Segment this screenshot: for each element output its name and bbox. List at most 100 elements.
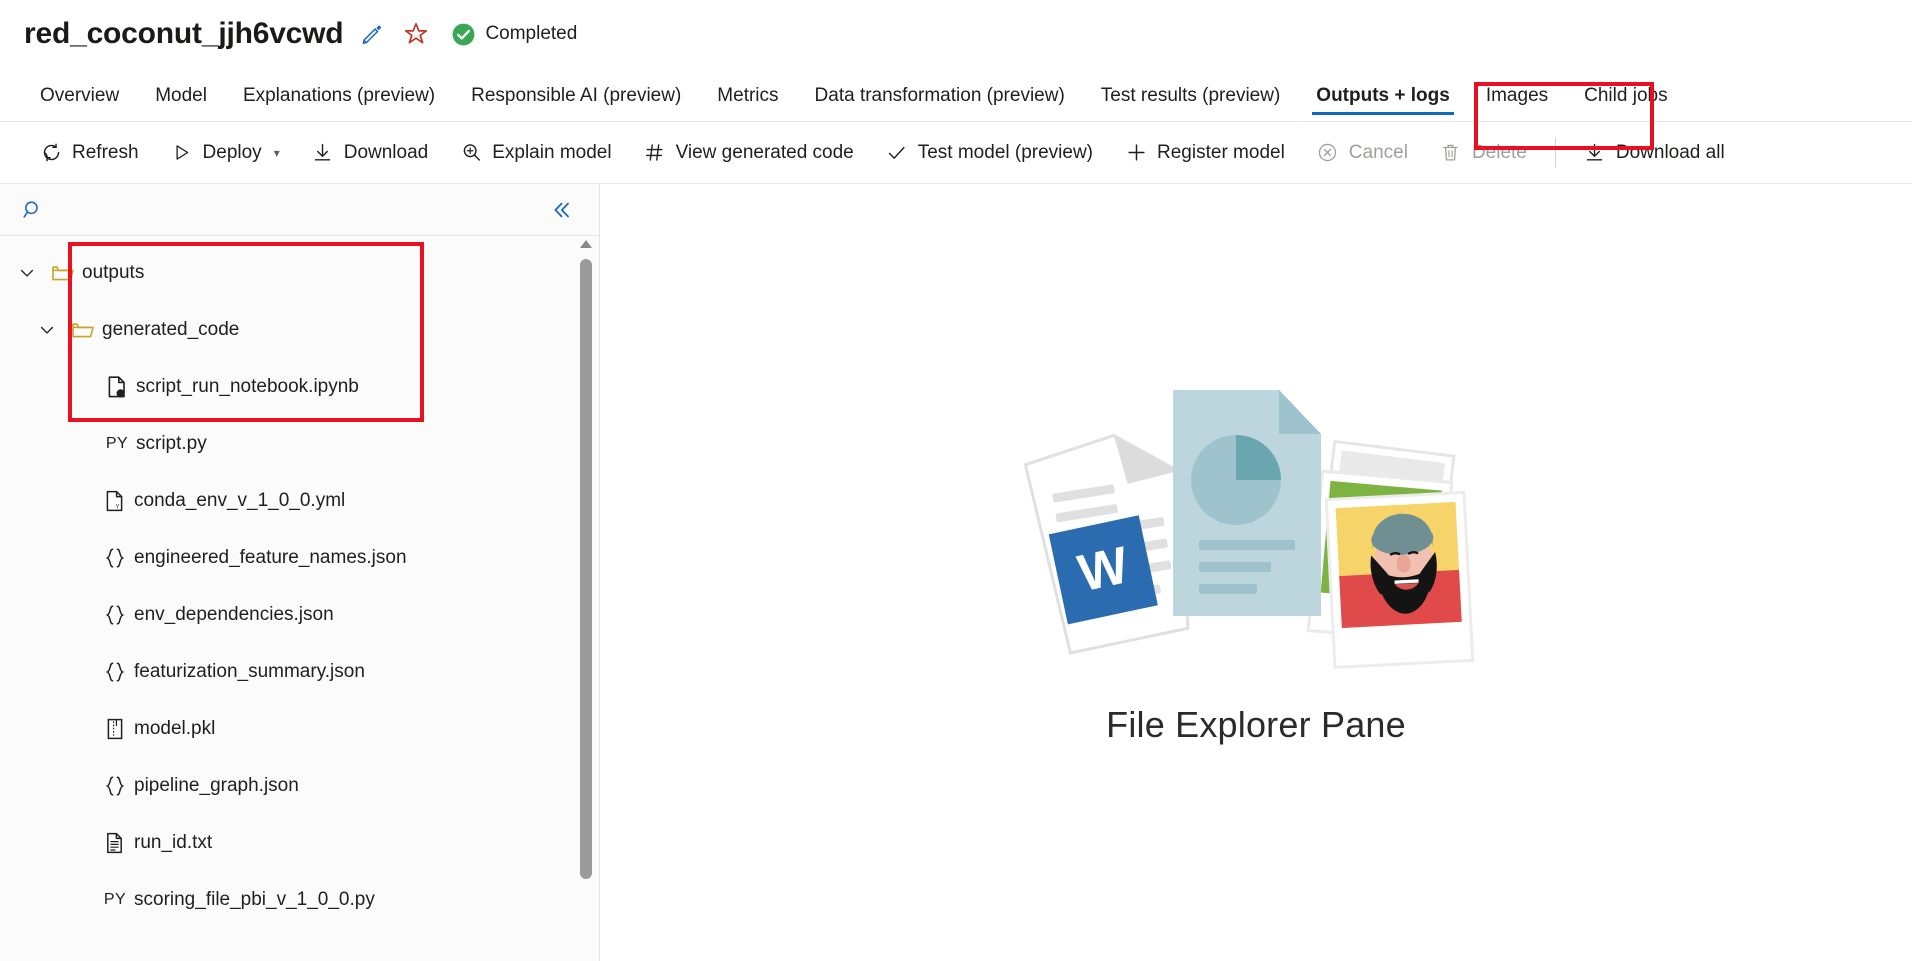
tab-metrics[interactable]: Metrics [699, 85, 796, 121]
search-icon [22, 199, 44, 221]
toolbar-divider [1555, 138, 1556, 168]
py-file-icon: PY [96, 891, 134, 909]
double-chevron-left-icon [549, 198, 573, 222]
star-icon [403, 21, 429, 47]
chevron-down-icon[interactable] [10, 263, 44, 283]
tab-overview[interactable]: Overview [22, 85, 137, 121]
search-input[interactable] [58, 200, 545, 220]
checkmark-icon [886, 142, 908, 164]
checkmark-circle-icon [451, 22, 476, 47]
cancel-circle-icon [1317, 142, 1339, 164]
archive-icon [96, 717, 134, 741]
tree-item-label: generated_code [102, 319, 239, 341]
download-icon [312, 142, 334, 164]
test-model-button[interactable]: Test model (preview) [872, 131, 1107, 175]
tree-item-label: pipeline_graph.json [134, 775, 299, 797]
delete-button: Delete [1426, 131, 1541, 175]
json-icon [96, 660, 134, 684]
download-all-button[interactable]: Download all [1570, 131, 1739, 175]
play-icon [171, 142, 193, 164]
tree-item-engineered-feature-names-json[interactable]: engineered_feature_names.json [0, 529, 599, 586]
explain-model-button[interactable]: Explain model [446, 131, 625, 175]
deploy-button[interactable]: Deploy ▾ [157, 131, 294, 175]
tree-item-outputs[interactable]: outputs [0, 244, 599, 301]
tree-item-label: script.py [136, 433, 207, 455]
tree-item-generated-code[interactable]: generated_code [0, 301, 599, 358]
scrollbar-thumb[interactable] [580, 259, 592, 879]
search-row [0, 184, 599, 236]
json-icon [96, 546, 134, 570]
tab-explanations[interactable]: Explanations (preview) [225, 85, 453, 121]
tree-item-label: engineered_feature_names.json [134, 547, 407, 569]
file-explorer-sidebar: outputs generated_code [0, 184, 600, 961]
text-file-icon [96, 831, 134, 855]
tree-item-pipeline-graph-json[interactable]: pipeline_graph.json [0, 757, 599, 814]
folder-icon [64, 319, 102, 341]
tab-model[interactable]: Model [137, 85, 225, 121]
download-button[interactable]: Download [298, 131, 443, 175]
tree-item-env-dependencies-json[interactable]: env_dependencies.json [0, 586, 599, 643]
refresh-button[interactable]: Refresh [26, 131, 153, 175]
collapse-panel-button[interactable] [545, 194, 577, 226]
chevron-down-icon[interactable] [30, 320, 64, 340]
download-icon [1584, 142, 1606, 164]
json-icon [96, 774, 134, 798]
tab-bar: Overview Model Explanations (preview) Re… [0, 68, 1912, 122]
job-header: red_coconut_jjh6vcwd Completed [0, 0, 1912, 68]
view-generated-code-label: View generated code [676, 142, 854, 164]
refresh-label: Refresh [72, 142, 139, 164]
tab-data-transformation[interactable]: Data transformation (preview) [797, 85, 1083, 121]
status-badge: Completed [451, 22, 577, 47]
tab-responsible-ai[interactable]: Responsible AI (preview) [453, 85, 699, 121]
tree-item-scoring-file-py[interactable]: PY scoring_file_pbi_v_1_0_0.py [0, 871, 599, 928]
tree-item-label: env_dependencies.json [134, 604, 334, 626]
scroll-up-arrow-icon[interactable] [579, 237, 593, 249]
trash-icon [1440, 142, 1462, 164]
tab-child-jobs[interactable]: Child jobs [1566, 85, 1685, 121]
tab-outputs-logs[interactable]: Outputs + logs [1298, 85, 1468, 121]
tree-item-label: run_id.txt [134, 832, 212, 854]
pencil-icon [360, 22, 384, 46]
notebook-icon [98, 375, 136, 399]
svg-text:Y: Y [116, 504, 120, 510]
download-label: Download [344, 142, 429, 164]
tab-images[interactable]: Images [1468, 85, 1566, 121]
tree-item-model-pkl[interactable]: model.pkl [0, 700, 599, 757]
chevron-down-icon: ▾ [274, 146, 280, 160]
tree-item-featurization-summary-json[interactable]: featurization_summary.json [0, 643, 599, 700]
tree-item-run-id-txt[interactable]: run_id.txt [0, 814, 599, 871]
register-model-button[interactable]: Register model [1111, 131, 1299, 175]
folder-icon [44, 262, 82, 284]
register-model-label: Register model [1157, 142, 1285, 164]
tree-item-label: conda_env_v_1_0_0.yml [134, 490, 345, 512]
page-title: red_coconut_jjh6vcwd [24, 17, 343, 51]
json-icon [96, 603, 134, 627]
file-tree: outputs generated_code [0, 236, 599, 928]
empty-state-pane: W [600, 184, 1912, 961]
content-area: outputs generated_code [0, 184, 1912, 961]
sidebar-scrollbar[interactable] [579, 237, 593, 961]
explain-model-label: Explain model [492, 142, 611, 164]
favorite-star-button[interactable] [401, 19, 431, 49]
tree-item-conda-env-yml[interactable]: Y conda_env_v_1_0_0.yml [0, 472, 599, 529]
status-label: Completed [485, 23, 577, 45]
refresh-icon [40, 142, 62, 164]
tree-item-label: featurization_summary.json [134, 661, 365, 683]
py-file-icon: PY [98, 435, 136, 453]
tab-test-results[interactable]: Test results (preview) [1083, 85, 1299, 121]
cancel-button: Cancel [1303, 131, 1422, 175]
tree-item-script-run-notebook[interactable]: script_run_notebook.ipynb [0, 358, 599, 415]
tree-item-label: scoring_file_pbi_v_1_0_0.py [134, 889, 375, 911]
tree-item-label: script_run_notebook.ipynb [136, 376, 359, 398]
deploy-label: Deploy [203, 142, 262, 164]
edit-job-name-button[interactable] [357, 19, 387, 49]
hash-icon [644, 142, 666, 164]
documents-and-photos-illustration: W [1021, 368, 1491, 698]
empty-state-caption: File Explorer Pane [1106, 704, 1406, 746]
view-generated-code-button[interactable]: View generated code [630, 131, 868, 175]
tree-item-script-py[interactable]: PY script.py [0, 415, 599, 472]
download-all-label: Download all [1616, 142, 1725, 164]
plus-icon [1125, 142, 1147, 164]
yml-icon: Y [96, 489, 134, 513]
tree-item-label: model.pkl [134, 718, 215, 740]
